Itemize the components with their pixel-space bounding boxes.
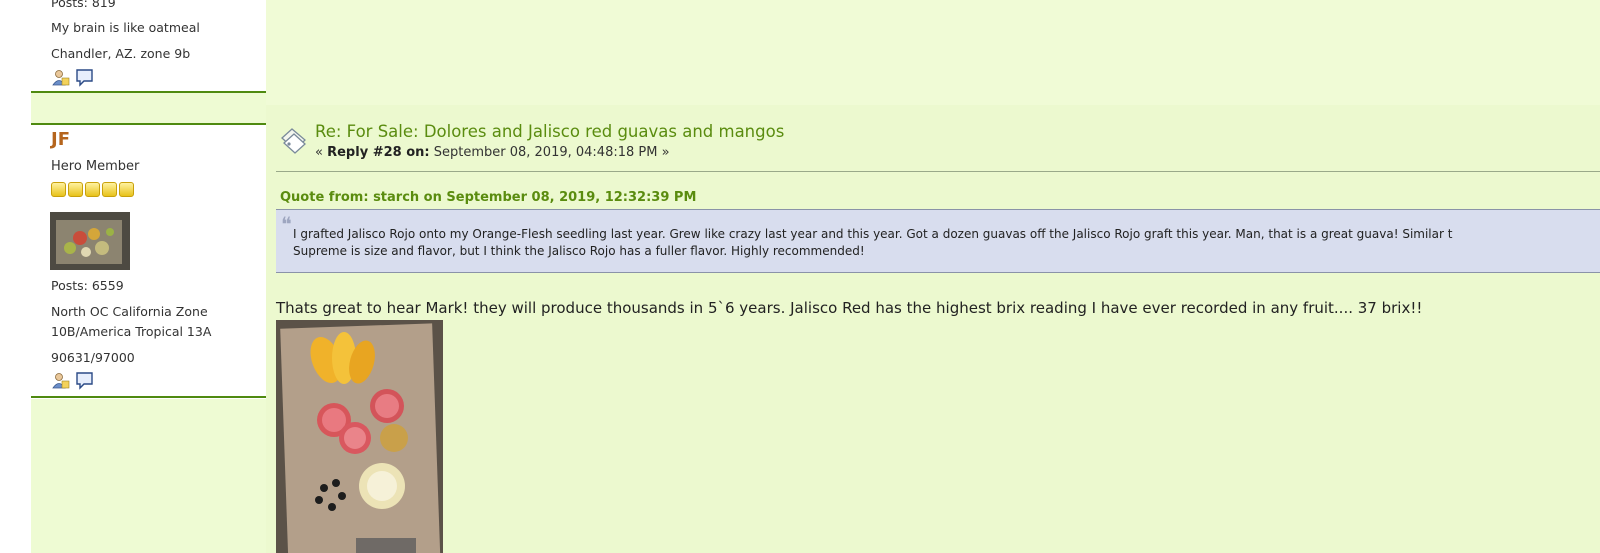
personal-message-icon[interactable] bbox=[75, 68, 94, 87]
previous-post-profile: Posts: 819 My brain is like oatmeal Chan… bbox=[31, 0, 266, 93]
post-message: Thats great to hear Mark! they will prod… bbox=[276, 299, 1423, 317]
post-subject-link[interactable]: Re: For Sale: Dolores and Jalisco red gu… bbox=[315, 122, 784, 141]
star-icon bbox=[119, 182, 134, 197]
quote-line-2: Supreme is size and flavor, but I think … bbox=[293, 244, 865, 258]
quote-text: I grafted Jalisco Rojo onto my Orange-Fl… bbox=[293, 226, 1600, 260]
post-count: Posts: 6559 bbox=[51, 278, 124, 293]
zip-code: 90631/97000 bbox=[51, 350, 135, 365]
location-line-2: 10B/America Tropical 13A bbox=[51, 324, 212, 339]
star-icon bbox=[85, 182, 100, 197]
member-title: Hero Member bbox=[51, 159, 140, 174]
topic-icon bbox=[278, 126, 308, 156]
post-image[interactable] bbox=[276, 320, 443, 553]
previous-post-count: Posts: 819 bbox=[51, 0, 116, 10]
profile-icon[interactable] bbox=[51, 371, 70, 390]
member-stars bbox=[51, 182, 134, 197]
author-profile: JF Hero Member Posts: 6559 North OC Cali… bbox=[31, 123, 266, 399]
quote-icon: ❝ bbox=[281, 212, 292, 236]
profile-icon[interactable] bbox=[51, 68, 70, 87]
reply-number[interactable]: Reply #28 on: bbox=[327, 145, 429, 160]
quote-header-link[interactable]: Quote from: starch on September 08, 2019… bbox=[280, 190, 696, 205]
star-icon bbox=[102, 182, 117, 197]
post-header-divider bbox=[276, 171, 1600, 172]
star-icon bbox=[51, 182, 66, 197]
star-icon bbox=[68, 182, 83, 197]
previous-profile-divider bbox=[31, 91, 266, 93]
reply-date: September 08, 2019, 04:48:18 PM » bbox=[433, 145, 670, 160]
avatar bbox=[50, 212, 130, 270]
profile-actions bbox=[51, 371, 94, 390]
post-body-background bbox=[266, 105, 1600, 553]
quote-block: ❝ I grafted Jalisco Rojo onto my Orange-… bbox=[276, 209, 1600, 273]
forum-page: Posts: 819 My brain is like oatmeal Chan… bbox=[31, 0, 1600, 553]
author-name[interactable]: JF bbox=[51, 129, 70, 150]
previous-personal-text: My brain is like oatmeal bbox=[51, 20, 200, 35]
previous-post-body bbox=[266, 0, 1600, 105]
previous-profile-actions bbox=[51, 68, 94, 87]
location-line-1: North OC California Zone bbox=[51, 304, 208, 319]
profile-top-divider bbox=[31, 123, 266, 125]
quote-line-1: I grafted Jalisco Rojo onto my Orange-Fl… bbox=[293, 227, 1453, 241]
profile-bottom-divider bbox=[31, 396, 266, 398]
reply-info: « Reply #28 on: September 08, 2019, 04:4… bbox=[315, 145, 670, 160]
personal-message-icon[interactable] bbox=[75, 371, 94, 390]
reply-prefix: « bbox=[315, 145, 323, 160]
previous-location: Chandler, AZ. zone 9b bbox=[51, 46, 191, 61]
